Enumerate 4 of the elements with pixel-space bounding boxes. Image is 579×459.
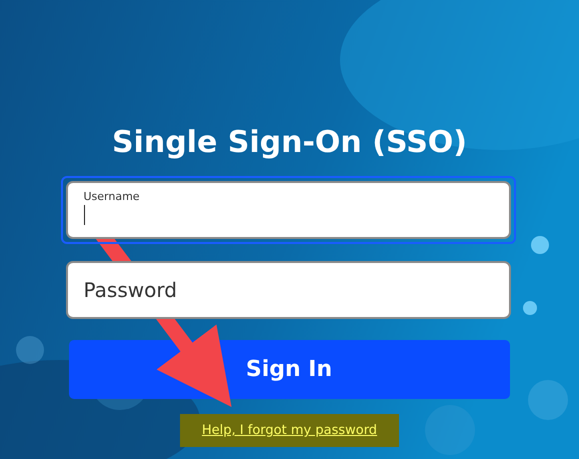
forgot-password-link[interactable]: Help, I forgot my password xyxy=(180,414,400,447)
field-label: Username xyxy=(84,190,140,203)
page-title: Single Sign-On (SSO) xyxy=(112,124,468,162)
password-field[interactable]: Password xyxy=(66,261,510,319)
